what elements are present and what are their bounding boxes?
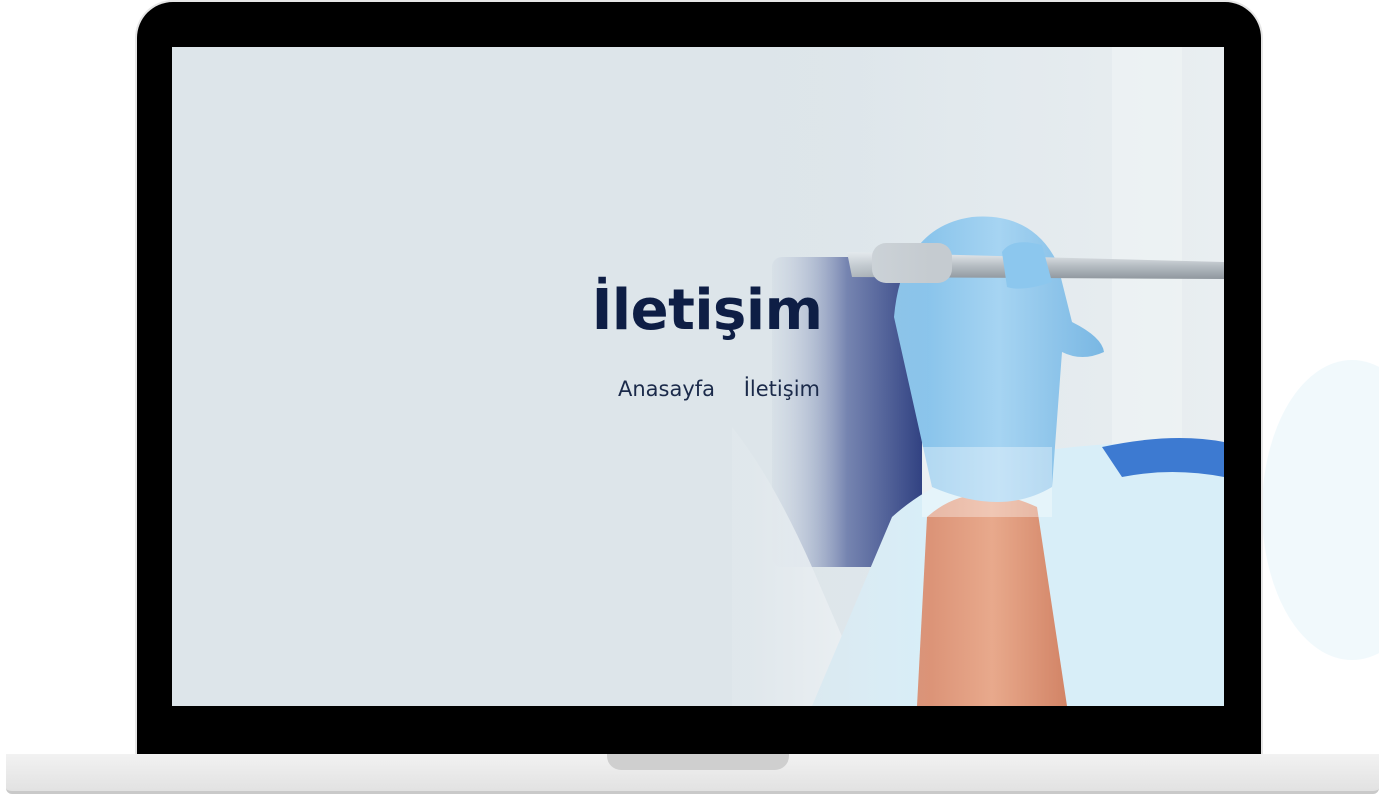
background-blob [1262, 360, 1379, 660]
laptop-base [6, 754, 1379, 794]
mockup-stage: İletişim Anasayfa İletişim [0, 0, 1379, 798]
laptop-screen: İletişim Anasayfa İletişim [172, 47, 1224, 706]
laptop-notch [607, 754, 789, 770]
breadcrumb-home-link[interactable]: Anasayfa [618, 377, 715, 401]
